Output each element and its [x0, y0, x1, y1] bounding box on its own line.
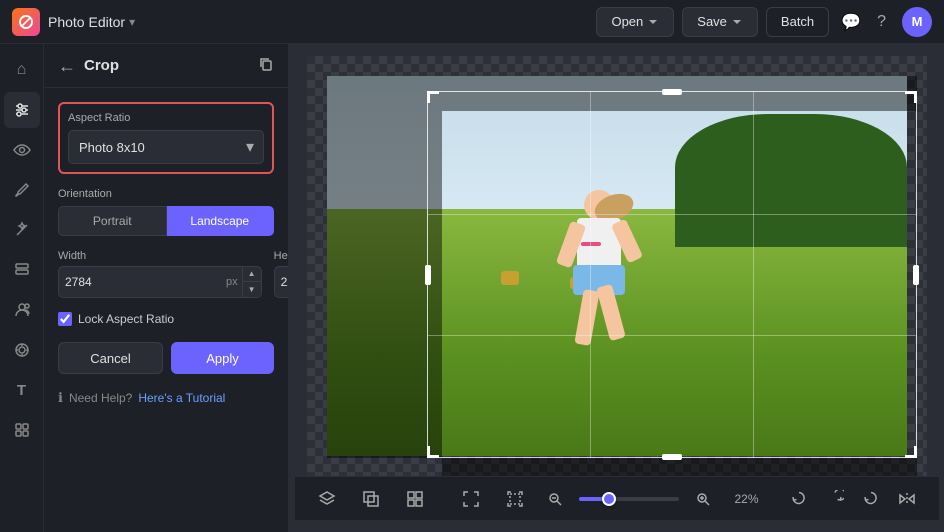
- save-button[interactable]: Save: [682, 7, 758, 37]
- dimensions-section: Width px ▲ ▼ Height: [58, 250, 274, 298]
- canvas-container: [307, 56, 927, 476]
- user-avatar[interactable]: M: [902, 7, 932, 37]
- handle-mid-right[interactable]: [913, 265, 919, 285]
- fit-selection-button[interactable]: [499, 483, 531, 515]
- aspect-ratio-select-wrapper[interactable]: Original Square 1:1 Photo 4x6 Photo 5x7 …: [68, 130, 264, 164]
- rotate-left-button[interactable]: [783, 483, 815, 515]
- grid-v1: [590, 92, 591, 457]
- open-button[interactable]: Open: [596, 7, 674, 37]
- grid-button[interactable]: [399, 483, 431, 515]
- app-title: Photo Editor: [48, 14, 125, 30]
- panel-content: Aspect Ratio Original Square 1:1 Photo 4…: [44, 88, 288, 420]
- layers-panel-icon[interactable]: [4, 252, 40, 288]
- handle-top-left[interactable]: [427, 91, 439, 103]
- flip-button[interactable]: [891, 483, 923, 515]
- tutorial-link[interactable]: Here's a Tutorial: [138, 391, 225, 405]
- zoom-percentage: 22%: [727, 492, 759, 506]
- handle-mid-bottom[interactable]: [662, 454, 682, 460]
- lock-checkbox[interactable]: [58, 312, 72, 326]
- text-icon[interactable]: T: [4, 372, 40, 408]
- apply-button[interactable]: Apply: [171, 342, 274, 374]
- zoom-slider-track[interactable]: [579, 497, 679, 501]
- width-increment[interactable]: ▲: [243, 267, 261, 282]
- help-row: ℹ Need Help? Here's a Tutorial: [58, 390, 274, 406]
- cancel-button[interactable]: Cancel: [58, 342, 163, 374]
- lock-row: Lock Aspect Ratio: [58, 312, 274, 326]
- width-input-wrapper: px ▲ ▼: [58, 266, 262, 298]
- fit-canvas-button[interactable]: [455, 483, 487, 515]
- effects-icon[interactable]: [4, 332, 40, 368]
- zoom-slider-thumb[interactable]: [602, 492, 616, 506]
- handle-bottom-left[interactable]: [427, 446, 439, 458]
- resize-button[interactable]: [355, 483, 387, 515]
- grid-h1: [428, 214, 916, 215]
- brush-icon[interactable]: [4, 172, 40, 208]
- people-icon[interactable]: [4, 292, 40, 328]
- misc-icon[interactable]: [4, 412, 40, 448]
- topbar-icons: 💬 ? M: [841, 7, 932, 37]
- eye-icon[interactable]: [4, 132, 40, 168]
- layers-button[interactable]: [311, 483, 343, 515]
- width-decrement[interactable]: ▼: [243, 282, 261, 297]
- comment-icon[interactable]: 💬: [841, 12, 861, 32]
- crop-grid: [428, 92, 916, 457]
- panel-header: ← Crop: [44, 44, 288, 88]
- width-input[interactable]: [59, 267, 226, 297]
- height-input-wrapper: px ▲ ▼: [274, 266, 289, 298]
- orientation-buttons: Portrait Landscape: [58, 206, 274, 236]
- aspect-ratio-label: Aspect Ratio: [68, 112, 264, 124]
- zoom-out-button[interactable]: [543, 487, 567, 511]
- app-title-chevron[interactable]: ▾: [129, 15, 135, 29]
- undo-button[interactable]: [819, 483, 851, 515]
- topbar-actions: Open Save Batch: [596, 7, 829, 37]
- width-spinners: ▲ ▼: [242, 267, 261, 297]
- redo-button[interactable]: [855, 483, 887, 515]
- aspect-ratio-section: Aspect Ratio Original Square 1:1 Photo 4…: [58, 102, 274, 174]
- height-group: Height px ▲ ▼: [274, 250, 289, 298]
- height-input[interactable]: [275, 267, 289, 297]
- height-label: Height: [274, 250, 289, 262]
- sliders-icon[interactable]: [4, 92, 40, 128]
- width-group: Width px ▲ ▼: [58, 250, 262, 298]
- help-text: Need Help?: [69, 391, 132, 405]
- width-label: Width: [58, 250, 262, 262]
- zoom-in-button[interactable]: [691, 487, 715, 511]
- bottom-toolbar: 22%: [295, 476, 939, 520]
- landscape-button[interactable]: Landscape: [167, 206, 275, 236]
- width-unit: px: [226, 276, 242, 288]
- magic-icon[interactable]: [4, 212, 40, 248]
- action-buttons: Cancel Apply: [58, 342, 274, 374]
- grid-h2: [428, 335, 916, 336]
- main-area: ⌂: [0, 44, 944, 532]
- handle-bottom-right[interactable]: [905, 446, 917, 458]
- handle-mid-left[interactable]: [425, 265, 431, 285]
- crop-box[interactable]: [427, 91, 917, 458]
- rotate-buttons: [783, 483, 923, 515]
- orientation-label: Orientation: [58, 188, 274, 200]
- panel-title: Crop: [84, 57, 250, 74]
- help-icon[interactable]: ?: [877, 13, 886, 31]
- copy-icon[interactable]: [258, 56, 274, 75]
- left-panel: ← Crop Aspect Ratio Original Square 1:1 …: [44, 44, 289, 532]
- grid-v2: [753, 92, 754, 457]
- batch-button[interactable]: Batch: [766, 7, 829, 37]
- canvas-area: 22%: [289, 44, 944, 532]
- aspect-ratio-select[interactable]: Original Square 1:1 Photo 4x6 Photo 5x7 …: [68, 130, 264, 164]
- icon-bar: ⌂: [0, 44, 44, 532]
- info-icon: ℹ: [58, 390, 63, 406]
- dimensions-row: Width px ▲ ▼ Height: [58, 250, 274, 298]
- orientation-section: Orientation Portrait Landscape: [58, 188, 274, 236]
- topbar: Photo Editor ▾ Open Save Batch 💬 ? M: [0, 0, 944, 44]
- back-button[interactable]: ←: [58, 57, 76, 75]
- handle-top-right[interactable]: [905, 91, 917, 103]
- portrait-button[interactable]: Portrait: [58, 206, 167, 236]
- lock-label: Lock Aspect Ratio: [78, 312, 174, 326]
- app-logo: [12, 8, 40, 36]
- home-icon[interactable]: ⌂: [4, 52, 40, 88]
- handle-mid-top[interactable]: [662, 89, 682, 95]
